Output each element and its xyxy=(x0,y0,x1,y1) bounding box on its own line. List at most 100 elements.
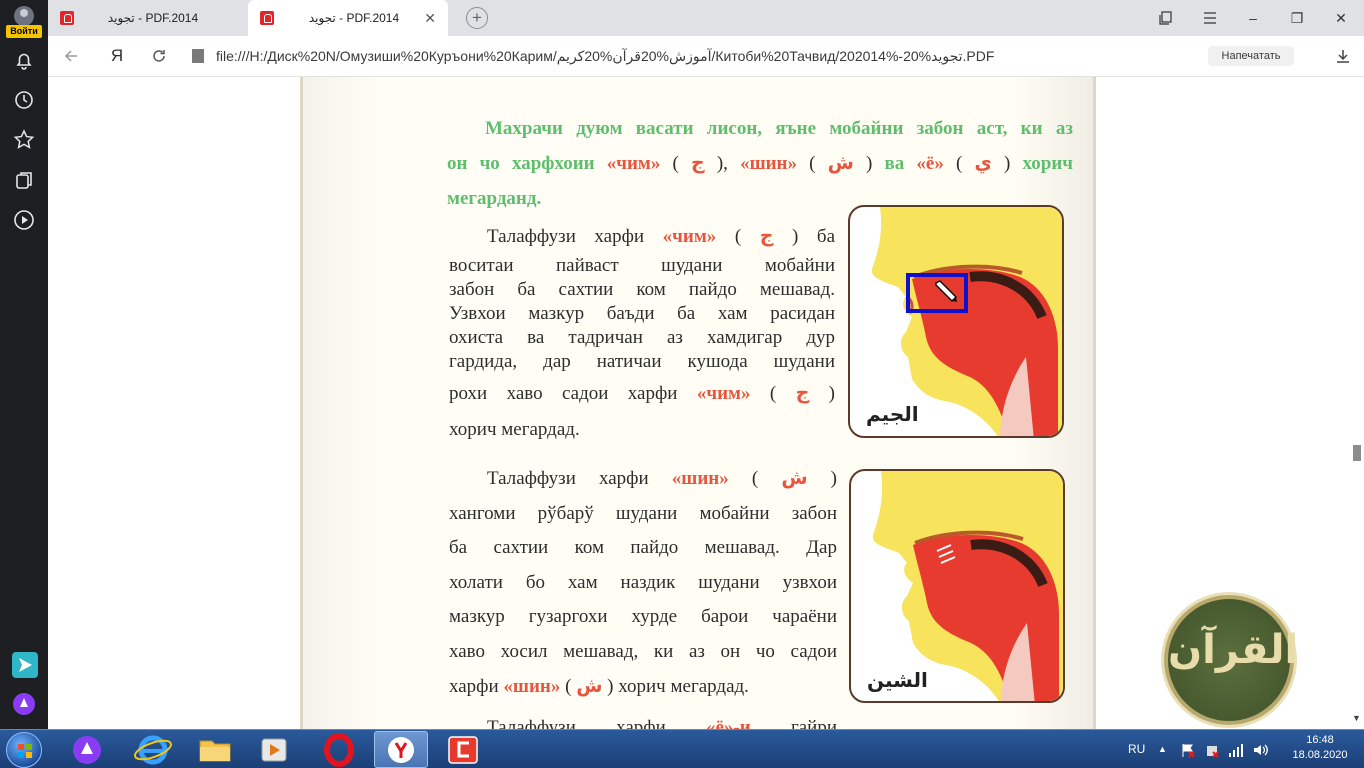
collections-icon[interactable] xyxy=(12,168,36,192)
start-button[interactable] xyxy=(6,732,42,768)
tab-close-icon[interactable]: ✕ xyxy=(424,0,436,36)
menu-icon[interactable] xyxy=(1191,0,1229,36)
taskbar-internet-explorer-icon[interactable] xyxy=(126,731,180,768)
articulation-figure-jim: الجيم xyxy=(848,205,1064,438)
new-tab-button[interactable]: + xyxy=(466,7,488,29)
pdf-favicon-icon xyxy=(60,11,74,25)
figure-caption-shin: الشين xyxy=(867,668,928,692)
tray-security-icon[interactable] xyxy=(1204,730,1220,768)
restore-button[interactable]: ❐ xyxy=(1278,0,1316,36)
taskbar-yandex-browser-icon[interactable] xyxy=(374,731,428,768)
articulation-figure-shin: الشين xyxy=(849,469,1065,703)
video-icon[interactable] xyxy=(12,208,36,232)
telegram-icon[interactable] xyxy=(12,652,38,678)
system-clock[interactable]: 16:48 18.08.2020 xyxy=(1290,733,1350,763)
heading-va: ва xyxy=(884,153,905,174)
back-arrow-icon[interactable] xyxy=(60,45,82,67)
ar-shin: ش xyxy=(576,675,603,697)
text: Талаффузи харфи xyxy=(487,226,645,247)
yo-term: «ё»-и xyxy=(705,717,751,729)
paragraph-ya: Талаффузи харфи «ё»-и гайри xyxy=(449,717,837,729)
text-line: забон ба сахтии ком пайдо мешавад. xyxy=(449,279,835,300)
scroll-down-icon[interactable]: ▼ xyxy=(1352,713,1362,723)
taskbar-file-explorer-icon[interactable] xyxy=(188,731,242,768)
heading-text-1: Махрачи дуюм васати лисон, яъне мобайни … xyxy=(485,118,1073,139)
heading-ar-shin: ش xyxy=(827,152,854,174)
chim-term: «чим» xyxy=(696,383,751,404)
heading-ar-jim: ج xyxy=(690,152,705,174)
text-line: Узвхои мазкур баъди ба хам расидан xyxy=(449,303,835,324)
pencil-cursor-icon xyxy=(932,279,958,310)
heading-end: мегарданд. xyxy=(447,188,542,209)
text: хорич мегардад. xyxy=(618,676,749,697)
tab-title: تجوید - PDF.2014 xyxy=(107,11,199,25)
text: харфи xyxy=(449,676,499,697)
ar-jim: ج xyxy=(759,225,774,247)
pdf-viewer[interactable]: Махрачи дуюм васати лисон, яъне мобайни … xyxy=(48,77,1364,729)
ar-shin: ش xyxy=(781,467,808,489)
tray-expand-icon[interactable]: ▲ xyxy=(1158,730,1167,768)
heading-yo: «ё» xyxy=(916,153,944,174)
text: ба xyxy=(816,226,836,247)
taskbar-pdf-app-icon[interactable] xyxy=(436,731,490,768)
navigation-bar: Я file:///H:/Диск%20N/Омузиши%20Куръони%… xyxy=(48,36,1364,77)
text-line: охиста ва тадричан аз хамдигар дур xyxy=(449,327,835,348)
text-line: ба сахтии ком пайдо мешавад. Дар xyxy=(449,537,837,558)
file-icon xyxy=(192,49,204,63)
text: Талаффузи харфи xyxy=(487,717,666,729)
url-text: file:///H:/Диск%20N/Омузиши%20Куръони%20… xyxy=(216,48,995,64)
close-window-button[interactable]: ✕ xyxy=(1322,0,1360,36)
text-line: мазкур гузаргохи хурде барои чараёни xyxy=(449,606,837,627)
text-line: хангоми рўбарў шудани мобайни забон xyxy=(449,502,837,524)
network-signal-icon[interactable] xyxy=(1228,730,1244,768)
tab-strip: تجوید - PDF.2014 تجوید - PDF.2014 ✕ + – … xyxy=(48,0,1364,36)
figure-caption-jim: الجيم xyxy=(866,402,919,426)
taskbar-alice-icon[interactable] xyxy=(60,731,114,768)
clock-time: 16:48 xyxy=(1306,734,1334,746)
text-line: хорич мегардад. xyxy=(449,419,580,440)
text-line: гардида, дар натичаи кушода шудани xyxy=(449,351,835,372)
shin-term: «шин» xyxy=(503,676,561,697)
chim-term: «чим» xyxy=(662,226,717,247)
paragraph-jim: Талаффузи харфи «чим» ( ج ) ба воситаи п… xyxy=(449,219,835,447)
alice-icon[interactable] xyxy=(12,692,36,716)
text-line: холати бо хам наздик шудани узвхои xyxy=(449,571,837,593)
taskbar-media-player-icon[interactable] xyxy=(248,731,302,768)
heading-ar-ya: ي xyxy=(974,152,992,174)
text: Талаффузи харфи xyxy=(487,468,649,489)
shin-term: «шин» xyxy=(671,468,729,489)
heading-shin: «шин» xyxy=(740,153,797,174)
pdf-favicon-icon xyxy=(260,11,274,25)
yandex-sidebar: Войти xyxy=(0,0,48,729)
download-icon[interactable] xyxy=(1332,45,1354,67)
tab-pdf-2-active[interactable]: تجوید - PDF.2014 ✕ xyxy=(248,0,448,36)
minimize-button[interactable]: – xyxy=(1234,0,1272,36)
text-line: воситаи пайваст шудани мобайни xyxy=(449,255,835,276)
heading-text-2: он чо харфхоии xyxy=(447,153,595,174)
text-line: хаво хосил мешавад, ки аз он чо садои xyxy=(449,640,837,662)
ar-jim: ج xyxy=(795,382,810,404)
reload-icon[interactable] xyxy=(148,45,170,67)
login-button[interactable]: Войти xyxy=(6,6,42,40)
address-field[interactable]: file:///H:/Диск%20N/Омузиши%20Куръони%20… xyxy=(192,44,1262,69)
tray-flag-icon[interactable] xyxy=(1180,730,1196,768)
star-icon[interactable] xyxy=(12,128,36,152)
bell-icon[interactable] xyxy=(12,48,36,72)
heading-horij: хорич xyxy=(1022,153,1074,174)
tabs-list-icon[interactable] xyxy=(1147,0,1185,36)
tab-pdf-1[interactable]: تجوید - PDF.2014 xyxy=(48,0,246,36)
quran-logo-watermark: القرآن xyxy=(1164,595,1298,725)
scrollbar-thumb[interactable] xyxy=(1353,445,1361,461)
yandex-logo-button[interactable]: Я xyxy=(106,45,128,67)
history-icon[interactable] xyxy=(12,88,36,112)
text: гайри xyxy=(790,717,837,729)
paragraph-shin: Талаффузи харфи «шин» ( ش ) хангоми рўба… xyxy=(449,467,838,697)
pdf-page: Махрачи дуюм васати лисон, яъне мобайни … xyxy=(300,77,1096,729)
language-indicator[interactable]: RU xyxy=(1128,730,1145,768)
taskbar-opera-icon[interactable] xyxy=(312,731,366,768)
volume-icon[interactable] xyxy=(1252,730,1270,768)
heading-chim: «чим» xyxy=(606,153,661,174)
windows-taskbar: RU ▲ 16:48 18.08.2020 xyxy=(0,729,1364,768)
section-heading: Махрачи дуюм васати лисон, яъне мобайни … xyxy=(447,118,1074,209)
print-button[interactable]: Напечатать xyxy=(1208,46,1294,66)
